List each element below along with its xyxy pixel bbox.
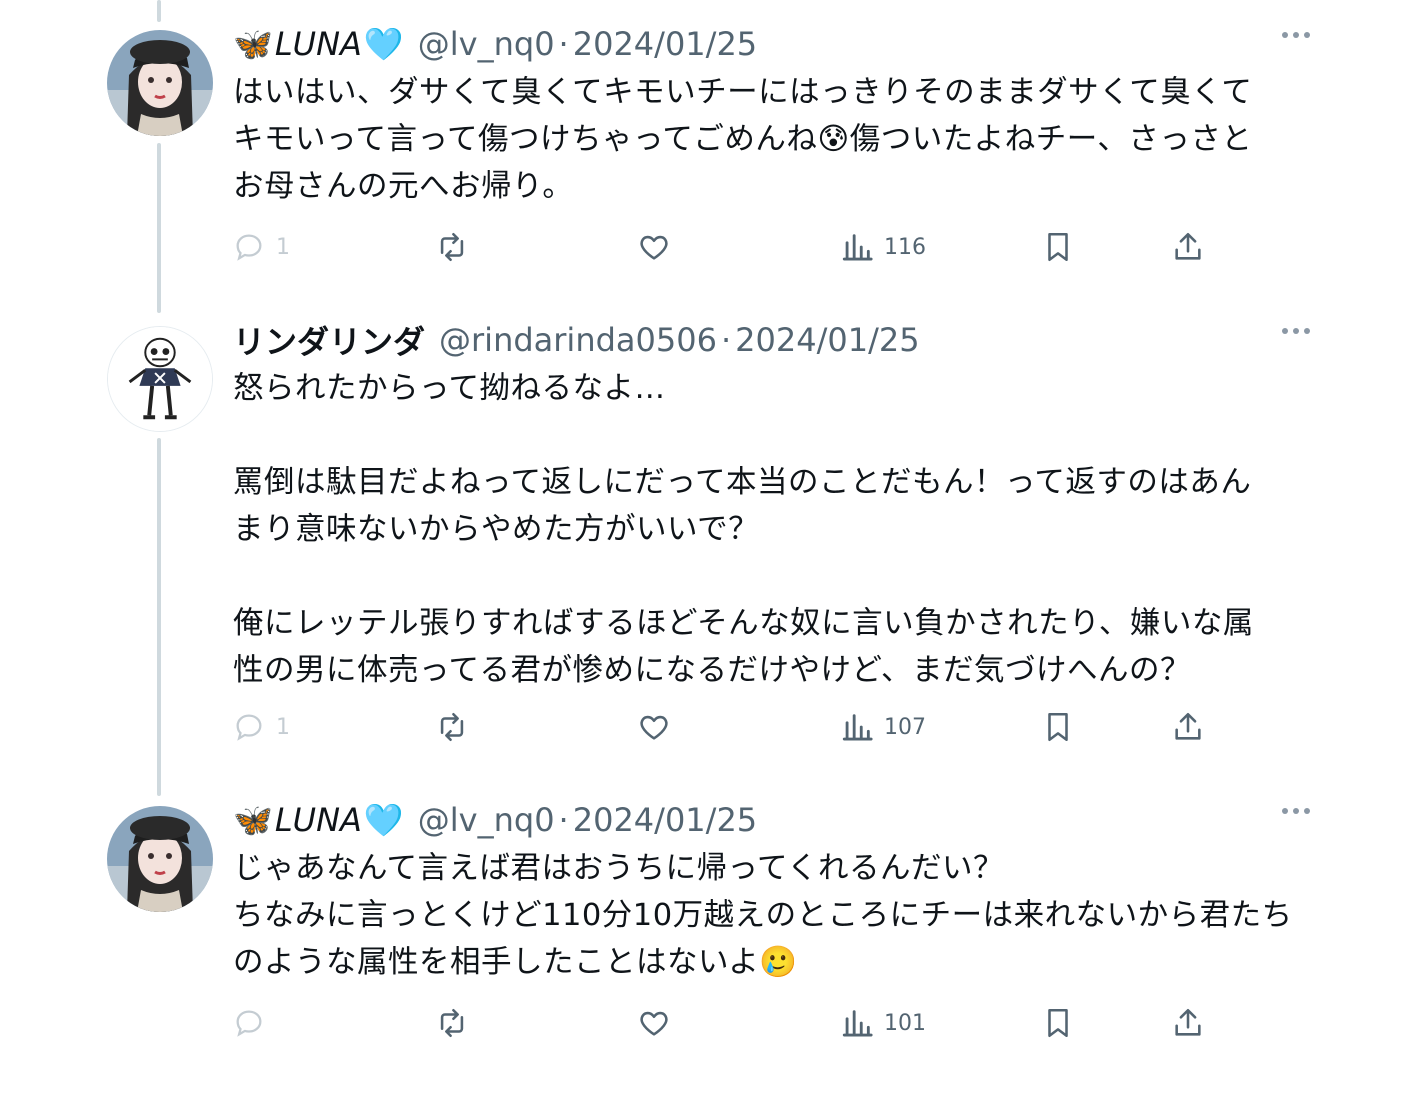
tweet-date[interactable]: 2024/01/25 <box>735 321 919 359</box>
display-name-text: LUNA <box>274 25 362 63</box>
tweet-date[interactable]: 2024/01/25 <box>573 25 757 63</box>
heart-icon <box>640 715 668 740</box>
separator-dot: · <box>558 25 569 63</box>
view-count: 107 <box>884 714 926 740</box>
view-count: 116 <box>884 234 926 260</box>
views-button[interactable]: 116 <box>840 227 926 267</box>
tweet-header: リンダリンダ @rindarinda0506 · 2024/01/25 <box>233 318 920 362</box>
like-button[interactable] <box>637 707 671 747</box>
retweet-button[interactable] <box>435 227 469 267</box>
reply-button[interactable]: 1 <box>232 707 290 747</box>
tweet-text: じゃあなんて言えば君はおうちに帰ってくれるんだい？ ちなみに言っとくけど110分… <box>233 851 1293 980</box>
share-icon <box>1175 1008 1201 1036</box>
share-button[interactable] <box>1171 1003 1205 1043</box>
views-icon <box>842 234 873 261</box>
action-bar: 1 107 <box>0 707 1427 747</box>
retweet-icon <box>440 1008 464 1038</box>
avatar-girl-illustration <box>107 806 213 912</box>
action-bar: 101 <box>0 1003 1427 1043</box>
display-name[interactable]: 🦋 LUNA 🩵 <box>233 25 404 63</box>
more-icon[interactable] <box>1282 808 1310 814</box>
user-handle[interactable]: @lv_nq0 <box>418 801 555 839</box>
views-button[interactable]: 107 <box>840 707 926 747</box>
reply-button[interactable] <box>232 1003 276 1043</box>
separator-dot: · <box>720 321 732 359</box>
tweet-text: はいはい、ダサくて臭くてキモいチーにはっきりそのままダサくて臭くて キモいって言… <box>233 75 1253 204</box>
display-name[interactable]: リンダリンダ <box>233 317 425 363</box>
like-button[interactable] <box>637 227 671 267</box>
tweet-header: 🦋 LUNA 🩵 @lv_nq0 · 2024/01/25 <box>233 798 757 842</box>
reply-icon <box>236 234 262 261</box>
bookmark-button[interactable] <box>1041 707 1075 747</box>
bookmark-icon <box>1048 232 1068 262</box>
retweet-button[interactable] <box>435 1003 469 1043</box>
reply-count: 1 <box>276 714 290 740</box>
avatar[interactable] <box>107 30 213 136</box>
bookmark-icon <box>1048 712 1068 742</box>
view-count: 101 <box>884 1010 926 1036</box>
avatar[interactable] <box>107 326 213 432</box>
butterfly-emoji: 🦋 <box>233 25 273 63</box>
reply-button[interactable]: 1 <box>232 227 290 267</box>
share-button[interactable] <box>1171 707 1205 747</box>
share-icon <box>1175 712 1201 740</box>
butterfly-emoji: 🦋 <box>233 801 273 839</box>
separator-dot: · <box>558 801 569 839</box>
user-handle[interactable]: @lv_nq0 <box>418 25 555 63</box>
bookmark-button[interactable] <box>1041 227 1075 267</box>
more-icon[interactable] <box>1282 328 1310 334</box>
like-button[interactable] <box>637 1003 671 1043</box>
views-icon <box>842 1010 873 1037</box>
avatar-girl-illustration <box>107 30 213 136</box>
user-handle[interactable]: @rindarinda0506 <box>439 321 717 359</box>
avatar-skeleton-illustration <box>108 327 212 431</box>
retweet-button[interactable] <box>435 707 469 747</box>
display-name-text: リンダリンダ <box>233 323 426 361</box>
heart-emoji: 🩵 <box>363 801 404 839</box>
reply-count: 1 <box>276 234 290 260</box>
retweet-icon <box>440 712 464 742</box>
display-name[interactable]: 🦋 LUNA 🩵 <box>233 801 404 839</box>
avatar[interactable] <box>107 806 213 912</box>
bookmark-icon <box>1048 1008 1068 1038</box>
heart-emoji: 🩵 <box>363 25 404 63</box>
tweet-date[interactable]: 2024/01/25 <box>573 801 757 839</box>
thread-line <box>157 0 161 22</box>
more-icon[interactable] <box>1282 32 1310 38</box>
heart-icon <box>640 1011 668 1036</box>
retweet-icon <box>440 232 464 262</box>
display-name-text: LUNA <box>274 801 362 839</box>
action-bar: 1 116 <box>0 227 1427 267</box>
heart-icon <box>640 235 668 260</box>
share-icon <box>1175 232 1201 260</box>
tweet-header: 🦋 LUNA 🩵 @lv_nq0 · 2024/01/25 <box>233 22 757 66</box>
reply-icon <box>236 714 262 741</box>
views-icon <box>842 714 873 741</box>
tweet-text: 怒られたからって拗ねるなよ… 罵倒は駄目だよねって返しにだって本当のことだもん！… <box>233 371 1254 688</box>
reply-icon <box>236 1010 262 1037</box>
views-button[interactable]: 101 <box>840 1003 926 1043</box>
bookmark-button[interactable] <box>1041 1003 1075 1043</box>
share-button[interactable] <box>1171 227 1205 267</box>
